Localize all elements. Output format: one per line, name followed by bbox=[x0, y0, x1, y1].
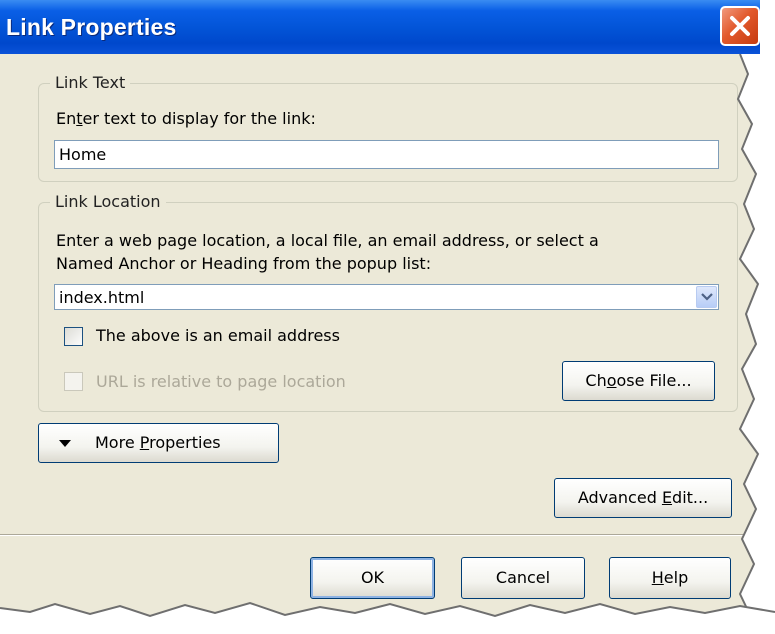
footer-separator bbox=[0, 534, 760, 536]
advanced-edit-button[interactable]: Advanced Edit... bbox=[554, 478, 732, 518]
more-properties-button[interactable]: More Properties bbox=[38, 423, 279, 463]
window-title: Link Properties bbox=[6, 14, 177, 40]
torn-edge-bottom bbox=[0, 601, 775, 634]
link-text-prompt: Enter text to display for the link: bbox=[56, 109, 316, 128]
title-bar[interactable]: Link Properties bbox=[0, 0, 760, 54]
relative-url-checkbox[interactable] bbox=[64, 372, 83, 391]
ok-button[interactable]: OK bbox=[310, 557, 435, 599]
email-checkbox-label: The above is an email address bbox=[96, 326, 340, 345]
close-icon bbox=[730, 16, 750, 36]
triangle-down-icon bbox=[59, 440, 71, 447]
link-location-prompt-line2: Named Anchor or Heading from the popup l… bbox=[56, 254, 432, 273]
link-text-input[interactable]: Home bbox=[54, 140, 719, 169]
torn-edge-right bbox=[736, 54, 775, 634]
combo-dropdown-button[interactable] bbox=[696, 286, 717, 308]
link-text-value: Home bbox=[59, 145, 107, 164]
dropdown-arrow-icon bbox=[701, 293, 713, 301]
link-text-legend: Link Text bbox=[50, 73, 131, 92]
link-location-legend: Link Location bbox=[50, 192, 166, 211]
link-properties-dialog: Link Properties Link Text Enter text to … bbox=[0, 0, 760, 622]
help-button[interactable]: Help bbox=[609, 557, 731, 599]
link-location-combo[interactable]: index.html bbox=[54, 284, 719, 310]
cancel-button[interactable]: Cancel bbox=[461, 557, 585, 599]
relative-url-checkbox-label: URL is relative to page location bbox=[96, 372, 346, 391]
link-location-value: index.html bbox=[59, 288, 145, 307]
link-location-prompt-line1: Enter a web page location, a local file,… bbox=[56, 231, 599, 250]
email-checkbox[interactable] bbox=[64, 327, 83, 346]
close-button[interactable] bbox=[720, 6, 760, 46]
choose-file-button[interactable]: Choose File... bbox=[562, 361, 715, 401]
